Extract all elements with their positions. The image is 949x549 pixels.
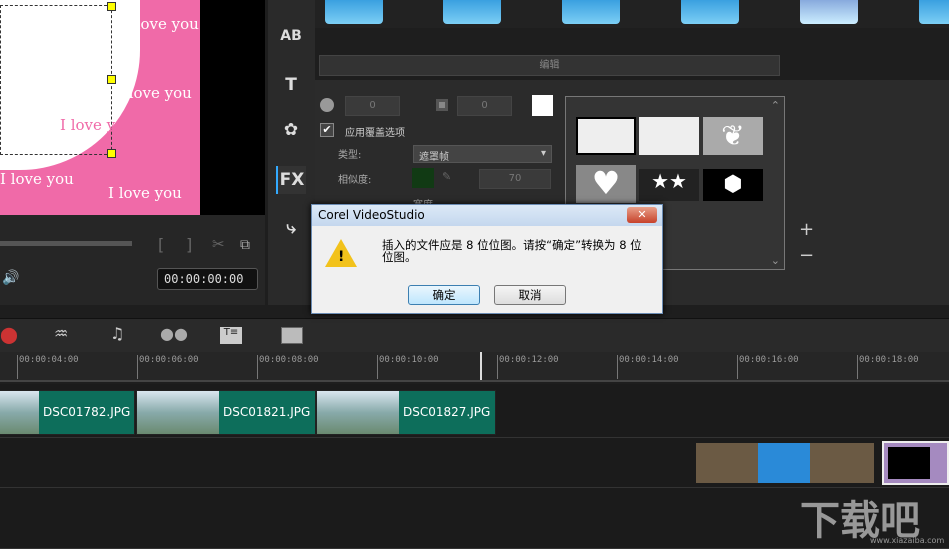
overlay-thumbnail <box>758 443 810 483</box>
border-width-spinner[interactable]: 0 <box>457 96 512 116</box>
similarity-spinner[interactable]: 70 <box>479 169 551 189</box>
record-icon[interactable]: ⬤ <box>0 325 18 344</box>
mask-hexagon[interactable]: ⬢ <box>703 169 763 201</box>
love-text: I love you <box>108 184 182 202</box>
border-icon <box>436 99 448 111</box>
mask-puzzle[interactable] <box>639 117 699 155</box>
similarity-label: 相似度: <box>338 175 372 186</box>
border-color-swatch[interactable] <box>532 95 553 116</box>
text-icon[interactable]: T <box>276 71 306 99</box>
overlay-clip[interactable] <box>696 443 874 483</box>
close-button[interactable]: ✕ <box>627 207 657 223</box>
thumbnail[interactable] <box>562 0 620 24</box>
clip-thumbnail <box>317 391 399 434</box>
timecode-field[interactable]: 00:00:00:00 <box>157 268 258 290</box>
resize-handle[interactable] <box>107 149 116 158</box>
clip[interactable]: DSC01821.JPG <box>136 390 316 435</box>
apply-overlay-checkbox[interactable]: ✔ <box>320 123 334 137</box>
love-text: I love you <box>60 116 134 134</box>
mask-stars[interactable]: ★★ <box>639 169 699 201</box>
dialog-title: Corel VideoStudio <box>312 205 662 226</box>
path-icon[interactable]: ⤷ <box>276 214 306 242</box>
motion-icon[interactable]: ●● <box>160 324 188 343</box>
clip[interactable]: DSC01827.JPG <box>316 390 496 435</box>
audio-wave-icon[interactable]: ♒ <box>54 324 68 343</box>
clip[interactable]: DSC01782.JPG <box>0 390 135 435</box>
copy-icon[interactable]: ⧉ <box>240 237 250 253</box>
mask-butterfly[interactable]: ❦ <box>703 117 763 155</box>
love-text: I love you <box>0 170 74 188</box>
overlay-thumbnail <box>888 447 930 479</box>
love-text: I love you <box>118 84 192 102</box>
timeline-toolbar: ⬤ ♒ ♫ ●● T≡ <box>0 318 949 352</box>
ok-button[interactable]: 确定 <box>408 285 480 305</box>
shadow-icon <box>320 98 334 112</box>
edit-tab[interactable]: 编辑 <box>319 55 780 76</box>
clip-label: DSC01827.JPG <box>403 405 491 419</box>
scissors-icon[interactable]: ✂ <box>212 235 225 253</box>
ruler-tick: 00:00:04:00 <box>17 355 79 379</box>
eyedropper-icon[interactable]: ✎ <box>442 170 451 183</box>
scroll-down-icon[interactable]: ⌄ <box>771 254 780 267</box>
dialog-message: 插入的文件应是 8 位位图。请按“确定”转换为 8 位位图。 <box>382 238 642 264</box>
title-icon[interactable]: T≡ <box>220 327 242 344</box>
resize-handle[interactable] <box>107 2 116 11</box>
mask-frame[interactable] <box>576 117 636 155</box>
resize-handle[interactable] <box>107 75 116 84</box>
mask-heart[interactable]: ♥ <box>576 165 636 203</box>
ruler-tick: 00:00:06:00 <box>137 355 199 379</box>
playback-controls: [ ] ✂ ⧉ 🔊 <box>0 215 265 305</box>
watermark-url: www.xiazaiba.com <box>870 536 945 545</box>
thumbnail[interactable] <box>681 0 739 24</box>
ruler-tick: 00:00:18:00 <box>857 355 919 379</box>
thumbnail[interactable] <box>443 0 501 24</box>
fx-icon[interactable]: FX <box>276 166 306 194</box>
ruler-tick: 00:00:08:00 <box>257 355 319 379</box>
type-value: 遮罩帧 <box>419 152 449 163</box>
clip-label: DSC01782.JPG <box>43 405 131 419</box>
preview-canvas: I love you I love you I love you I love … <box>0 0 200 215</box>
cancel-button[interactable]: 取消 <box>494 285 566 305</box>
type-dropdown[interactable]: 遮罩帧 ▾ <box>413 145 552 163</box>
clip-label: DSC01821.JPG <box>223 405 311 419</box>
mark-out-icon[interactable]: ] <box>186 235 192 254</box>
thumbnail[interactable] <box>325 0 383 24</box>
apply-overlay-label: 应用覆盖选项 <box>345 128 405 139</box>
remove-icon[interactable]: − <box>799 245 814 266</box>
title-ab-icon[interactable]: AB <box>276 22 306 50</box>
scroll-up-icon[interactable]: ⌃ <box>771 99 780 112</box>
border-spinner[interactable]: 0 <box>345 96 400 116</box>
ruler-tick: 00:00:12:00 <box>497 355 559 379</box>
clip-thumbnail <box>0 391 39 434</box>
playhead[interactable] <box>480 352 482 380</box>
ruler-tick: 00:00:10:00 <box>377 355 439 379</box>
volume-icon[interactable]: 🔊 <box>2 270 19 286</box>
alert-dialog: Corel VideoStudio ✕ ! 插入的文件应是 8 位位图。请按“确… <box>311 204 663 314</box>
add-icon[interactable]: + <box>799 219 814 240</box>
love-text: I love you <box>125 15 199 33</box>
media-thumbnails <box>315 0 949 28</box>
chevron-down-icon: ▾ <box>540 148 546 159</box>
grid-icon[interactable] <box>281 327 303 344</box>
warning-icon-mark: ! <box>338 249 345 265</box>
ruler-tick: 00:00:14:00 <box>617 355 679 379</box>
ruler-tick: 00:00:16:00 <box>737 355 799 379</box>
type-label: 类型: <box>338 150 362 161</box>
music-icon[interactable]: ♫ <box>110 324 124 343</box>
thumbnail[interactable] <box>800 0 858 24</box>
overlay-clip-selected[interactable] <box>882 441 949 485</box>
clip-thumbnail <box>137 391 219 434</box>
scrub-bar[interactable] <box>0 241 132 246</box>
key-color-swatch[interactable] <box>412 168 434 188</box>
preview-background <box>200 0 265 215</box>
mark-in-icon[interactable]: [ <box>158 235 164 254</box>
thumbnail[interactable] <box>919 0 949 24</box>
flower-icon[interactable]: ✿ <box>276 116 306 144</box>
